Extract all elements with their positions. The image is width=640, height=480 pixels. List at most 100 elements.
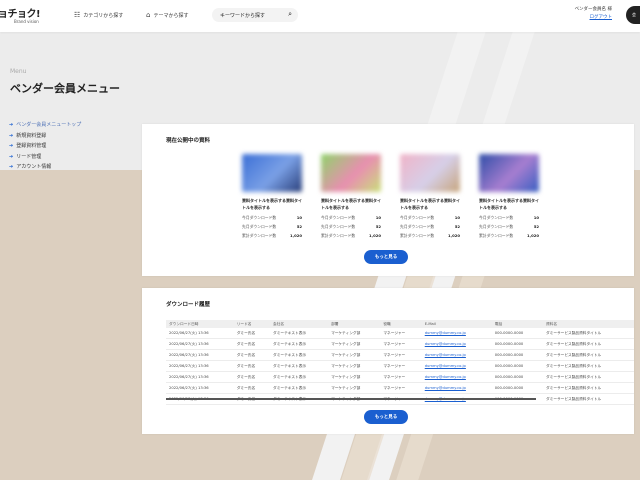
doc-thumbnail[interactable] bbox=[479, 154, 539, 192]
table-cell: ダミー氏名 bbox=[233, 371, 271, 383]
email-link[interactable]: dummy@dummy.co.jp bbox=[421, 349, 492, 361]
doc-stat-last-month: 先月ダウンロード数 52 bbox=[479, 224, 539, 230]
arrow-right-icon: ➔ bbox=[9, 164, 14, 170]
doc-card[interactable]: 資料タイトルを表示する資料タイトルを表示する 今月ダウンロード数 10 先月ダウン… bbox=[242, 154, 302, 239]
stat-value: 10 bbox=[454, 215, 460, 220]
doc-card[interactable]: 資料タイトルを表示する資料タイトルを表示する 今月ダウンロード数 10 先月ダウン… bbox=[479, 154, 539, 239]
published-docs-card: 現在公開中の資料 資料タイトルを表示する資料タイトルを表示する 今月ダウンロード… bbox=[142, 124, 634, 276]
table-cell: ダミー氏名 bbox=[233, 328, 271, 339]
stat-label: 累計ダウンロード数 bbox=[479, 233, 514, 238]
table-cell: マーケティング部 bbox=[328, 360, 381, 372]
doc-stat-last-month: 先月ダウンロード数 52 bbox=[321, 224, 381, 230]
table-cell: 000-0000-0000 bbox=[491, 349, 543, 361]
email-link[interactable]: dummy@dummy.co.jp bbox=[421, 328, 492, 339]
table-cell: マーケティング部 bbox=[328, 328, 381, 339]
stat-label: 累計ダウンロード数 bbox=[242, 233, 277, 238]
corner-button-label: 会 bbox=[632, 12, 636, 17]
table-cell: 2022/06/27(火) 13:36 bbox=[166, 360, 234, 372]
table-cell: ダミーサービス製品資料タイトル bbox=[542, 338, 634, 350]
sidebar-item-new-doc[interactable]: ➔ 新規資料登録 bbox=[9, 131, 81, 142]
stat-label: 今月ダウンロード数 bbox=[479, 215, 514, 220]
sidebar-item-account[interactable]: ➔ アカウント情報 bbox=[9, 162, 81, 173]
nav-theme[interactable]: ⌂ テーマから探す bbox=[146, 11, 188, 19]
stat-value: 10 bbox=[296, 215, 302, 220]
col-header: 会社名 bbox=[270, 320, 329, 328]
col-header: 役職 bbox=[380, 320, 422, 328]
table-cell: 000-0000-0000 bbox=[491, 371, 543, 383]
stat-value: 52 bbox=[454, 224, 460, 229]
doc-title[interactable]: 資料タイトルを表示する資料タイトルを表示する bbox=[400, 198, 460, 212]
table-cell: ダミーテキスト表示 bbox=[270, 338, 329, 350]
sidebar-item-doc-manage[interactable]: ➔ 登録資料管理 bbox=[9, 141, 81, 152]
stat-value: 1,020 bbox=[289, 233, 302, 238]
table-cell: マネージャー bbox=[380, 360, 422, 372]
table-cell: ダミーテキスト表示 bbox=[270, 360, 329, 372]
doc-stat-month: 今月ダウンロード数 10 bbox=[321, 215, 381, 221]
table-cell: マーケティング部 bbox=[328, 371, 381, 383]
table-cell: ダミー氏名 bbox=[233, 360, 271, 372]
table-row: 2022/06/27(火) 13:36ダミー氏名ダミーテキスト表示マーケティング… bbox=[166, 382, 634, 394]
doc-stat-last-month: 先月ダウンロード数 52 bbox=[400, 224, 460, 230]
email-link[interactable]: dummy@dummy.co.jp bbox=[421, 382, 492, 394]
email-link[interactable]: dummy@dummy.co.jp bbox=[421, 338, 492, 350]
doc-stat-total: 累計ダウンロード数 1,020 bbox=[321, 233, 381, 239]
doc-stat-total: 累計ダウンロード数 1,020 bbox=[242, 233, 302, 239]
more-history-button[interactable]: もっと見る bbox=[364, 410, 408, 424]
doc-stat-month: 今月ダウンロード数 10 bbox=[242, 215, 302, 221]
corner-button[interactable]: 会 bbox=[626, 6, 640, 24]
logout-link[interactable]: ログアウト bbox=[575, 14, 613, 22]
page-subtitle: Menu bbox=[10, 68, 27, 75]
stat-label: 今月ダウンロード数 bbox=[242, 215, 277, 220]
stat-label: 先月ダウンロード数 bbox=[400, 224, 435, 229]
stat-value: 1,020 bbox=[447, 233, 460, 238]
doc-title[interactable]: 資料タイトルを表示する資料タイトルを表示する bbox=[242, 198, 302, 212]
sidebar-item-label: 登録資料管理 bbox=[16, 143, 47, 149]
doc-thumbnail[interactable] bbox=[400, 154, 460, 192]
stat-value: 1,020 bbox=[526, 233, 539, 238]
stat-label: 先月ダウンロード数 bbox=[242, 224, 277, 229]
table-cell: ダミーテキスト表示 bbox=[270, 328, 329, 339]
doc-card[interactable]: 資料タイトルを表示する資料タイトルを表示する 今月ダウンロード数 10 先月ダウン… bbox=[321, 154, 381, 239]
published-docs-title: 現在公開中の資料 bbox=[166, 138, 211, 144]
table-cell: ダミーサービス製品資料タイトル bbox=[542, 371, 634, 383]
col-header: E-Mail bbox=[421, 320, 492, 328]
table-cell: マーケティング部 bbox=[328, 338, 381, 350]
col-header: 部署 bbox=[328, 320, 381, 328]
table-row: 2022/06/27(火) 13:36ダミー氏名ダミーテキスト表示マーケティング… bbox=[166, 338, 634, 350]
nav-theme-label: テーマから探す bbox=[153, 12, 189, 19]
table-scrollbar[interactable] bbox=[166, 398, 536, 400]
table-cell: 2022/06/27(火) 13:36 bbox=[166, 349, 234, 361]
stat-value: 1,020 bbox=[368, 233, 381, 238]
published-docs-list: 資料タイトルを表示する資料タイトルを表示する 今月ダウンロード数 10 先月ダウン… bbox=[242, 154, 539, 239]
doc-thumbnail[interactable] bbox=[242, 154, 302, 192]
more-docs-button[interactable]: もっと見る bbox=[364, 250, 408, 264]
doc-stat-total: 累計ダウンロード数 1,020 bbox=[400, 233, 460, 239]
page-title: ベンダー会員メニュー bbox=[10, 82, 120, 95]
doc-title[interactable]: 資料タイトルを表示する資料タイトルを表示する bbox=[321, 198, 381, 212]
doc-stat-last-month: 先月ダウンロード数 52 bbox=[242, 224, 302, 230]
logo[interactable]: ョチョク! bbox=[0, 5, 41, 20]
stat-value: 10 bbox=[533, 215, 539, 220]
sidebar-item-leads[interactable]: ➔ リード管理 bbox=[9, 152, 81, 163]
doc-card[interactable]: 資料タイトルを表示する資料タイトルを表示する 今月ダウンロード数 10 先月ダウン… bbox=[400, 154, 460, 239]
email-link[interactable]: dummy@dummy.co.jp bbox=[421, 360, 492, 372]
table-cell: ダミーサービス製品資料タイトル bbox=[542, 382, 634, 394]
doc-thumbnail[interactable] bbox=[321, 154, 381, 192]
table-cell: 2022/06/27(火) 13:36 bbox=[166, 382, 234, 394]
table-cell: 000-0000-0000 bbox=[491, 338, 543, 350]
table-cell: 000-0000-0000 bbox=[491, 328, 543, 339]
tag-icon: ⌂ bbox=[146, 11, 151, 19]
table-cell: 2022/06/27(火) 13:36 bbox=[166, 338, 234, 350]
col-header: 資料名 bbox=[542, 320, 634, 328]
doc-title[interactable]: 資料タイトルを表示する資料タイトルを表示する bbox=[479, 198, 539, 212]
sidebar-item-top[interactable]: ➔ ベンダー会員メニュートップ bbox=[9, 120, 81, 131]
stat-value: 52 bbox=[533, 224, 539, 229]
search-icon[interactable]: ⌕ bbox=[288, 10, 292, 19]
nav-category[interactable]: ☷ カテゴリから探す bbox=[74, 11, 123, 19]
search-input[interactable]: キーワードから探す ⌕ bbox=[212, 8, 298, 22]
table-cell: ダミーテキスト表示 bbox=[270, 371, 329, 383]
sidebar-menu: ➔ ベンダー会員メニュートップ ➔ 新規資料登録 ➔ 登録資料管理 ➔ リード管理 ➔ ア… bbox=[9, 120, 81, 173]
email-link[interactable]: dummy@dummy.co.jp bbox=[421, 371, 492, 383]
stat-label: 今月ダウンロード数 bbox=[400, 215, 435, 220]
col-header: ダウンロード日時 bbox=[166, 320, 234, 328]
